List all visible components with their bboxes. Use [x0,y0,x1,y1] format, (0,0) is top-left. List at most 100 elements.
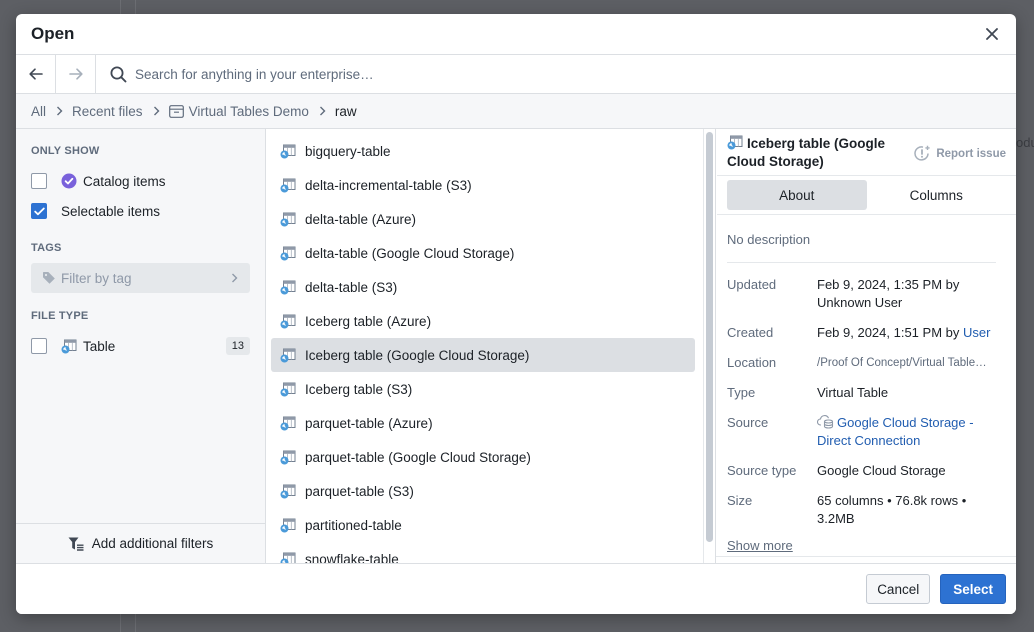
prop-updated: Updated Feb 9, 2024, 1:35 PM by Unknown … [727,276,1006,312]
details-header: Iceberg table (Google Cloud Storage) Rep… [717,129,1016,176]
add-additional-filters-button[interactable]: Add additional filters [16,523,265,563]
chevron-right-icon [153,106,160,116]
file-type-label: FILE TYPE [31,310,89,322]
file-list-item[interactable]: Iceberg table (S3) [271,372,695,406]
close-button[interactable] [982,24,1002,44]
prop-key: Created [727,325,774,340]
dialog-header: Open [16,14,1016,55]
file-name: parquet-table (S3) [305,483,414,499]
prop-source: Source Google Cloud Storage - Direct Con… [727,414,1006,450]
file-list-item[interactable]: bigquery-table [271,134,695,168]
select-button[interactable]: Select [940,574,1006,604]
breadcrumb-raw: raw [334,103,357,119]
prop-type: Type Virtual Table [727,384,1006,402]
virtual-table-icon [280,314,296,329]
verified-badge-icon [61,173,77,189]
tags-label: TAGS [31,242,62,254]
prop-value: 65 columns • 76.8k rows • 3.2MB [817,493,967,526]
file-name: delta-table (S3) [305,279,398,295]
checkbox[interactable] [31,338,47,354]
virtual-table-icon [280,246,296,261]
checkbox-label: Selectable items [61,203,161,219]
details-tabs: About Columns [717,176,1016,215]
prop-value: Google Cloud Storage - Direct Connection [817,414,1006,450]
file-list-item[interactable]: partitioned-table [271,508,695,542]
checkbox[interactable] [31,203,47,219]
virtual-table-icon [61,339,77,353]
file-name: Iceberg table (Google Cloud Storage) [305,347,530,363]
scrollbar-thumb[interactable] [706,132,713,542]
breadcrumb-virtual-tables-demo[interactable]: Virtual Tables Demo [168,104,309,119]
virtual-table-icon [727,135,743,150]
cancel-button[interactable]: Cancel [866,574,931,604]
only-show-label: ONLY SHOW [31,145,100,157]
file-type-table-checkbox[interactable]: Table 13 [31,331,250,361]
file-list-item[interactable]: parquet-table (Google Cloud Storage) [271,440,695,474]
open-dialog: Open All Recent files Virtual Tables Dem… [16,14,1016,614]
breadcrumb: All Recent files Virtual Tables Demo raw [16,94,1016,129]
created-by-user-link[interactable]: User [963,325,990,340]
tag-icon [43,272,55,284]
file-list-item[interactable]: Iceberg table (Azure) [271,304,695,338]
prop-key: Location [727,355,777,370]
details-body: No description Updated Feb 9, 2024, 1:35… [717,215,1016,553]
file-list-item[interactable]: delta-incremental-table (S3) [271,168,695,202]
report-issue-button[interactable]: Report issue [914,145,1006,162]
file-list-item[interactable]: parquet-table (Azure) [271,406,695,440]
file-list-item[interactable]: parquet-table (S3) [271,474,695,508]
tab-about[interactable]: About [727,180,867,210]
selectable-items-checkbox[interactable]: Selectable items [31,196,250,226]
forward-button[interactable] [56,55,96,93]
file-name: delta-table (Azure) [305,211,417,227]
divider [716,556,1016,557]
virtual-table-icon [280,144,296,159]
source-link[interactable]: Google Cloud Storage - Direct Connection [817,415,974,448]
file-name: delta-table (Google Cloud Storage) [305,245,515,261]
virtual-table-icon [280,552,296,563]
breadcrumb-recent-files[interactable]: Recent files [72,104,143,119]
background-text: odu [1016,135,1034,150]
tag-filter-input[interactable]: Filter by tag [31,263,250,293]
chevron-right-icon [319,106,326,116]
show-more-link[interactable]: Show more [727,538,793,553]
prop-location: Location /Proof Of Concept/Virtual Table… [727,354,1006,372]
file-list-item[interactable]: delta-table (S3) [271,270,695,304]
prop-value: Virtual Table [817,385,889,400]
file-name: parquet-table (Google Cloud Storage) [305,449,531,465]
add-filters-label: Add additional filters [91,536,214,551]
close-icon [986,28,998,40]
virtual-table-icon [280,348,296,363]
file-list-item[interactable]: delta-table (Google Cloud Storage) [271,236,695,270]
file-name: snowflake-table [305,551,399,564]
checkbox-label: Table [83,338,116,354]
dialog-body: ONLY SHOW Catalog items Selectable items [16,129,1016,563]
virtual-table-icon [280,178,296,193]
checkbox-label: Catalog items [83,173,166,189]
prop-source-type: Source type Google Cloud Storage [727,462,1006,480]
back-button[interactable] [16,55,56,93]
virtual-table-icon [280,450,296,465]
location-path[interactable]: /Proof Of Concept/Virtual Table… [817,354,1006,372]
folder-icon [168,104,184,118]
checkbox[interactable] [31,173,47,189]
breadcrumb-all[interactable]: All [31,104,46,119]
arrow-right-icon [68,68,83,80]
filter-panel: ONLY SHOW Catalog items Selectable items [16,129,266,563]
dialog-footer: Cancel Select [16,563,1016,614]
prop-size: Size 65 columns • 76.8k rows • 3.2MB [727,492,1006,528]
prop-value: Feb 9, 2024, 1:51 PM by User [817,324,1006,342]
scrollbar[interactable] [703,129,715,563]
description: No description [727,215,996,263]
file-list-item[interactable]: Iceberg table (Google Cloud Storage) [271,338,695,372]
details-panel: Iceberg table (Google Cloud Storage) Rep… [716,129,1016,563]
file-list-item[interactable]: delta-table (Azure) [271,202,695,236]
file-name: bigquery-table [305,143,391,159]
virtual-table-icon [280,382,296,397]
tab-columns[interactable]: Columns [867,180,1007,210]
tag-filter-placeholder: Filter by tag [61,270,132,286]
prop-value: Feb 9, 2024, 1:35 PM by Unknown User [817,277,960,310]
search-input[interactable] [127,66,1016,82]
file-list-item[interactable]: snowflake-table [271,542,695,563]
virtual-table-icon [280,484,296,499]
catalog-items-checkbox[interactable]: Catalog items [31,166,250,196]
